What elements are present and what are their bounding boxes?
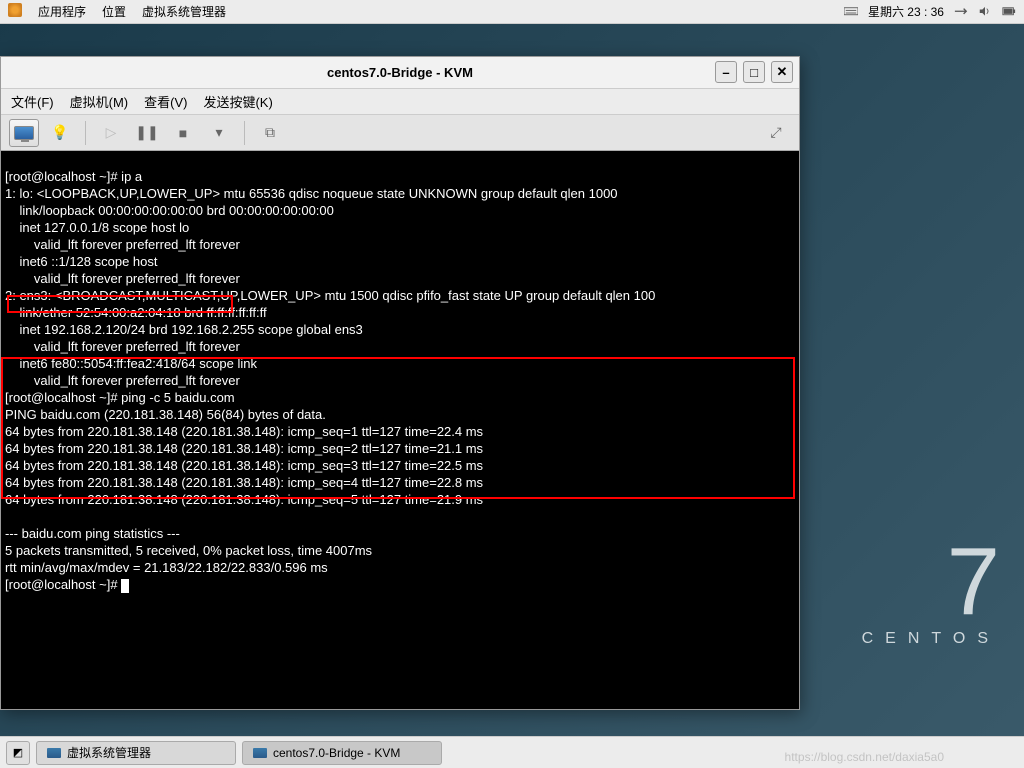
terminal-line: link/loopback 00:00:00:00:00:00 brd 00:0… <box>5 203 334 218</box>
terminal-line: 64 bytes from 220.181.38.148 (220.181.38… <box>5 424 483 439</box>
volume-icon[interactable] <box>978 6 992 18</box>
guest-terminal[interactable]: [root@localhost ~]# ip a 1: lo: <LOOPBAC… <box>1 151 799 709</box>
terminal-line: valid_lft forever preferred_lft forever <box>5 271 240 286</box>
terminal-line: [root@localhost ~]# <box>5 577 121 592</box>
maximize-button[interactable]: □ <box>743 61 765 83</box>
menu-vmm[interactable]: 虚拟系统管理器 <box>142 3 226 20</box>
snapshot-icon: ⧉ <box>265 124 275 141</box>
menu-view[interactable]: 查看(V) <box>144 92 187 111</box>
terminal-line: [root@localhost ~]# ip a <box>5 169 142 184</box>
terminal-line: inet6 fe80::5054:ff:fea2:418/64 scope li… <box>5 356 257 371</box>
titlebar[interactable]: centos7.0-Bridge - KVM – □ ✕ <box>1 57 799 89</box>
terminal-line: 64 bytes from 220.181.38.148 (220.181.38… <box>5 475 483 490</box>
bottom-panel: ◩ 虚拟系统管理器 centos7.0-Bridge - KVM https:/… <box>0 736 1024 768</box>
terminal-line: 5 packets transmitted, 5 received, 0% pa… <box>5 543 372 558</box>
menu-file[interactable]: 文件(F) <box>11 92 54 111</box>
terminal-line: PING baidu.com (220.181.38.148) 56(84) b… <box>5 407 326 422</box>
menu-applications[interactable]: 应用程序 <box>38 3 86 20</box>
terminal-line: valid_lft forever preferred_lft forever <box>5 373 240 388</box>
taskbar-item-kvm[interactable]: centos7.0-Bridge - KVM <box>242 741 442 765</box>
terminal-line: [root@localhost ~]# ping -c 5 baidu.com <box>5 390 235 405</box>
terminal-line: --- baidu.com ping statistics --- <box>5 526 180 541</box>
centos-seven: 7 <box>862 534 1000 630</box>
monitor-icon <box>14 126 34 140</box>
snapshot-button[interactable]: ⧉ <box>255 119 285 147</box>
shutdown-button[interactable]: ■ <box>168 119 198 147</box>
terminal-line: 64 bytes from 220.181.38.148 (220.181.38… <box>5 441 483 456</box>
shutdown-dropdown[interactable]: ▾ <box>204 119 234 147</box>
play-icon: ▷ <box>106 124 117 141</box>
lightbulb-icon: 💡 <box>51 124 68 141</box>
pause-button[interactable]: ❚❚ <box>132 119 162 147</box>
terminal-line: 1: lo: <LOOPBACK,UP,LOWER_UP> mtu 65536 … <box>5 186 618 201</box>
separator <box>244 121 245 145</box>
airplane-icon[interactable] <box>954 6 968 18</box>
desktop-icon: ◩ <box>13 746 23 759</box>
menu-vm[interactable]: 虚拟机(M) <box>70 92 129 111</box>
close-button[interactable]: ✕ <box>771 61 793 83</box>
stop-icon: ■ <box>179 125 187 141</box>
terminal-line: valid_lft forever preferred_lft forever <box>5 237 240 252</box>
keyboard-icon[interactable] <box>844 6 858 18</box>
terminal-line: inet6 ::1/128 scope host <box>5 254 158 269</box>
top-panel: 应用程序 位置 虚拟系统管理器 星期六 23 : 36 <box>0 0 1024 24</box>
clock-label[interactable]: 星期六 23 : 36 <box>868 3 944 20</box>
window-icon <box>253 748 267 758</box>
fullscreen-icon: ⤢ <box>770 124 781 141</box>
taskbar-label: centos7.0-Bridge - KVM <box>273 746 400 760</box>
terminal-line: valid_lft forever preferred_lft forever <box>5 339 240 354</box>
chevron-down-icon: ▾ <box>215 124 222 141</box>
terminal-line: link/ether 52:54:00:a2:04:18 brd ff:ff:f… <box>5 305 267 320</box>
console-button[interactable] <box>9 119 39 147</box>
window-icon <box>47 748 61 758</box>
minimize-button[interactable]: – <box>715 61 737 83</box>
centos-branding: 7 CENTOS <box>862 534 1000 648</box>
toolbar: 💡 ▷ ❚❚ ■ ▾ ⧉ ⤢ <box>1 115 799 151</box>
cursor <box>121 579 129 593</box>
centos-text: CENTOS <box>862 630 1000 648</box>
kvm-window: centos7.0-Bridge - KVM – □ ✕ 文件(F) 虚拟机(M… <box>0 56 800 710</box>
activities-icon <box>8 3 22 17</box>
terminal-line: inet 127.0.0.1/8 scope host lo <box>5 220 189 235</box>
terminal-line: rtt min/avg/max/mdev = 21.183/22.182/22.… <box>5 560 328 575</box>
terminal-line: 64 bytes from 220.181.38.148 (220.181.38… <box>5 492 483 507</box>
terminal-line: 64 bytes from 220.181.38.148 (220.181.38… <box>5 458 483 473</box>
show-desktop-button[interactable]: ◩ <box>6 741 30 765</box>
separator <box>85 121 86 145</box>
fullscreen-button[interactable]: ⤢ <box>761 119 791 147</box>
taskbar-label: 虚拟系统管理器 <box>67 744 151 761</box>
taskbar-item-vmm[interactable]: 虚拟系统管理器 <box>36 741 236 765</box>
battery-icon[interactable] <box>1002 6 1016 18</box>
run-button[interactable]: ▷ <box>96 119 126 147</box>
menubar: 文件(F) 虚拟机(M) 查看(V) 发送按键(K) <box>1 89 799 115</box>
terminal-line: inet 192.168.2.120/24 brd 192.168.2.255 … <box>5 322 363 337</box>
watermark: https://blog.csdn.net/daxia5a0 <box>785 750 944 764</box>
menu-places[interactable]: 位置 <box>102 3 126 20</box>
window-title: centos7.0-Bridge - KVM <box>327 65 473 80</box>
menu-sendkey[interactable]: 发送按键(K) <box>203 92 272 111</box>
info-button[interactable]: 💡 <box>45 119 75 147</box>
terminal-line: 2: ens3: <BROADCAST,MULTICAST,UP,LOWER_U… <box>5 288 655 303</box>
pause-icon: ❚❚ <box>135 124 158 141</box>
